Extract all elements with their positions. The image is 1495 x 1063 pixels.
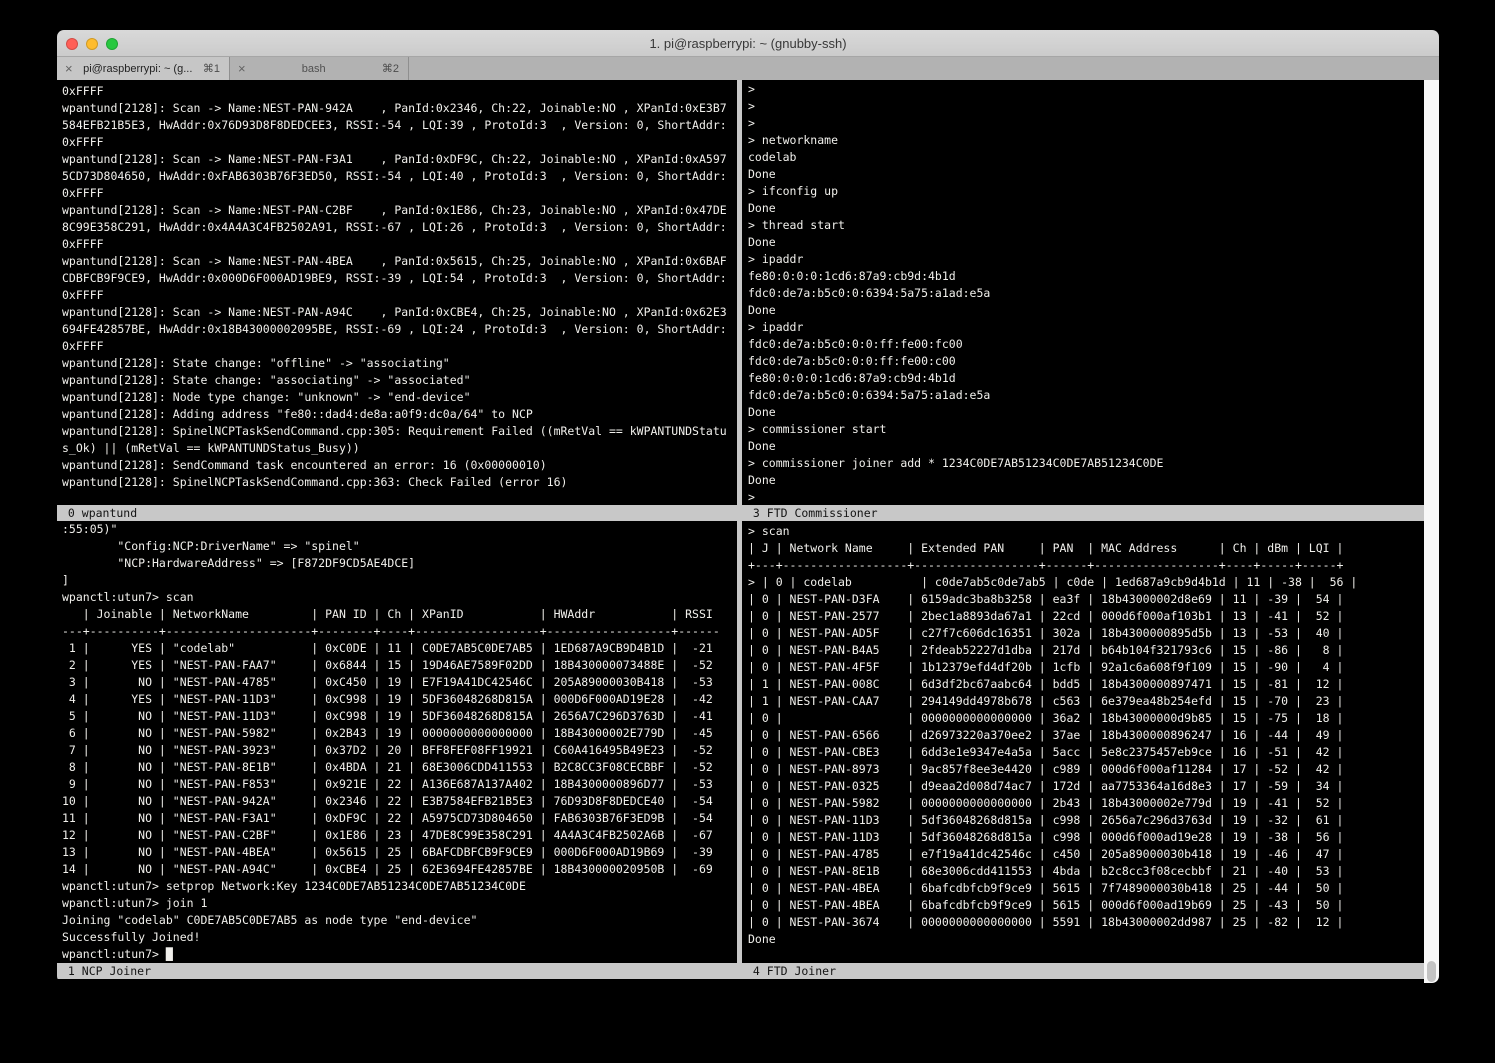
pane-wpantund-log[interactable]: 0xFFFF wpantund[2128]: Scan -> Name:NEST… xyxy=(57,80,737,505)
close-tab-icon[interactable]: × xyxy=(57,57,79,80)
tmux-session: 0xFFFF wpantund[2128]: Scan -> Name:NEST… xyxy=(57,80,1439,983)
pane-ftd-commissioner[interactable]: > > > > networkname codelab Done > ifcon… xyxy=(742,80,1424,505)
pane-ncp-joiner[interactable]: :55:05)" "Config:NCP:DriverName" => "spi… xyxy=(57,521,737,963)
tab-label: pi@raspberrypi: ~ (g... xyxy=(79,63,197,75)
scrollbar-thumb[interactable] xyxy=(1427,961,1436,982)
pane-title-ftd-joiner[interactable]: 4 FTD Joiner xyxy=(742,963,1424,979)
tab-shortcut: ⌘1 xyxy=(197,62,229,75)
close-tab-icon[interactable]: × xyxy=(230,57,252,80)
pane-title-wpantund[interactable]: 0 wpantund xyxy=(57,505,737,521)
tab-shortcut: ⌘2 xyxy=(376,62,408,75)
pane-title-ftd-commissioner[interactable]: 3 FTD Commissioner xyxy=(742,505,1424,521)
pane-title-ncp-joiner[interactable]: 1 NCP Joiner xyxy=(57,963,737,979)
tab-label: bash xyxy=(252,63,376,75)
tab-bash[interactable]: × bash ⌘2 xyxy=(230,57,409,80)
tab-ssh-session[interactable]: × pi@raspberrypi: ~ (g... ⌘1 xyxy=(57,57,230,80)
terminal-window: 1. pi@raspberrypi: ~ (gnubby-ssh) × pi@r… xyxy=(57,30,1439,983)
window-title: 1. pi@raspberrypi: ~ (gnubby-ssh) xyxy=(57,30,1439,57)
tab-bar: × pi@raspberrypi: ~ (g... ⌘1 × bash ⌘2 xyxy=(57,57,1439,80)
scrollbar[interactable] xyxy=(1424,80,1439,983)
window-titlebar[interactable]: 1. pi@raspberrypi: ~ (gnubby-ssh) xyxy=(57,30,1439,57)
tab-bar-filler xyxy=(409,57,1439,80)
pane-ftd-joiner[interactable]: > scan | J | Network Name | Extended PAN… xyxy=(742,521,1424,963)
